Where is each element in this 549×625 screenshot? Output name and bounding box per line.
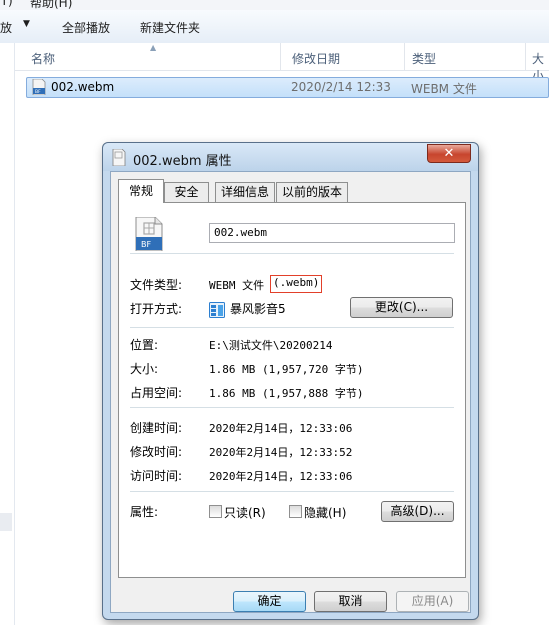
file-type-value: WEBM 文件	[209, 279, 265, 292]
webm-large-icon: BF	[135, 217, 163, 251]
apply-button[interactable]: 应用(A)	[396, 591, 469, 612]
tab-general[interactable]: 常规	[118, 179, 164, 203]
svg-text:BF: BF	[141, 240, 151, 249]
size-on-disk-value: 1.86 MB (1,957,888 字节)	[209, 387, 364, 400]
menu-item-help[interactable]: 帮助(H)	[30, 0, 72, 10]
file-type: WEBM 文件	[411, 82, 477, 96]
created-value: 2020年2月14日，12:33:06	[209, 422, 353, 435]
column-type[interactable]: 类型	[412, 50, 436, 67]
play-button[interactable]: 播放	[0, 19, 12, 36]
nav-scroll-block	[0, 513, 12, 531]
filename-input[interactable]: 002.webm	[209, 223, 455, 243]
attributes-label: 属性:	[130, 505, 159, 519]
close-icon: ✕	[443, 146, 455, 161]
file-name: 002.webm	[51, 80, 115, 94]
file-row[interactable]: BF 002.webm 2020/2/14 12:33 WEBM 文件	[26, 77, 549, 98]
open-with-value: 暴风影音5	[230, 302, 286, 316]
navigation-pane[interactable]	[0, 43, 15, 625]
file-type-extension: (.webm)	[270, 275, 323, 293]
play-all-button[interactable]: 全部播放	[62, 19, 110, 36]
dialog-titlebar[interactable]: 002.webm 属性 ✕	[103, 143, 478, 171]
baofeng-player-icon	[209, 302, 225, 318]
column-name[interactable]: 名称	[31, 50, 55, 67]
readonly-checkbox[interactable]	[209, 505, 222, 518]
hidden-label[interactable]: 隐藏(H)	[304, 504, 346, 521]
menu-item-tools[interactable]: (T)	[0, 0, 13, 8]
dialog-title: 002.webm 属性	[133, 154, 232, 169]
readonly-label[interactable]: 只读(R)	[224, 504, 266, 521]
accessed-value: 2020年2月14日，12:33:06	[209, 470, 353, 483]
modified-value: 2020年2月14日，12:33:52	[209, 446, 353, 459]
column-modified[interactable]: 修改日期	[292, 50, 340, 67]
change-button[interactable]: 更改(C)...	[350, 297, 453, 318]
webm-file-icon: BF	[32, 79, 46, 95]
svg-text:BF: BF	[35, 89, 41, 95]
menu-bar: (T) 帮助(H)	[0, 0, 549, 10]
open-with-label: 打开方式:	[130, 302, 183, 316]
properties-dialog: 002.webm 属性 ✕ 常规 安全 详细信息 以前的版本 BF 002.we…	[102, 142, 479, 620]
close-button[interactable]: ✕	[427, 144, 471, 163]
size-value: 1.86 MB (1,957,720 字节)	[209, 363, 364, 376]
size-label: 大小:	[130, 362, 159, 376]
tab-previous-versions[interactable]: 以前的版本	[276, 182, 348, 202]
file-icon	[112, 149, 126, 166]
dialog-client: 常规 安全 详细信息 以前的版本 BF 002.webm 文件类型: WEBM …	[110, 171, 471, 613]
general-panel: BF 002.webm 文件类型: WEBM 文件 (.webm) 打开方式: …	[118, 202, 466, 578]
new-folder-button[interactable]: 新建文件夹	[140, 19, 200, 36]
size-on-disk-label: 占用空间:	[130, 386, 183, 400]
toolbar: 播放 ▼ 全部播放 新建文件夹	[0, 10, 549, 44]
advanced-button[interactable]: 高级(D)...	[381, 501, 454, 522]
created-label: 创建时间:	[130, 421, 183, 435]
accessed-label: 访问时间:	[130, 469, 183, 483]
tab-details[interactable]: 详细信息	[215, 182, 275, 202]
cancel-button[interactable]: 取消	[314, 591, 387, 612]
ok-button[interactable]: 确定	[233, 591, 306, 612]
modified-label: 修改时间:	[130, 445, 183, 459]
hidden-checkbox[interactable]	[289, 505, 302, 518]
column-header: 名称 修改日期 类型 大小	[15, 43, 549, 83]
file-modified: 2020/2/14 12:33	[291, 80, 391, 94]
tab-security[interactable]: 安全	[164, 182, 209, 202]
chevron-down-icon[interactable]: ▼	[23, 19, 30, 29]
location-value: E:\测试文件\20200214	[209, 339, 333, 352]
location-label: 位置:	[130, 338, 159, 352]
sort-arrow-icon: ▲	[150, 43, 157, 52]
file-type-label: 文件类型:	[130, 278, 183, 292]
